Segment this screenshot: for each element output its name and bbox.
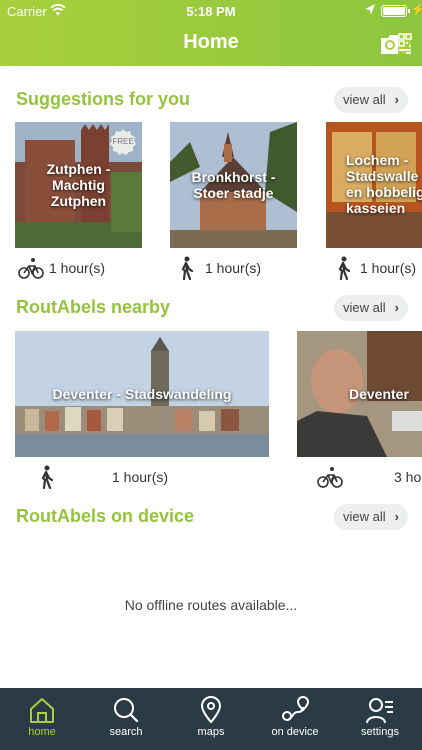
suggestion-card-bronkhorst[interactable]: Bronkhorst - Stoer stadje <box>170 122 297 248</box>
tab-search[interactable]: search <box>84 688 168 750</box>
duration-label: 1 hour(s) <box>49 260 106 276</box>
walking-icon <box>338 256 351 280</box>
card-title: Zutphen - Machtig Zutphen <box>46 161 111 209</box>
card-title: Deventer - Stadswandeling <box>52 386 232 402</box>
empty-state-message: No offline routes available... <box>124 597 298 613</box>
card-meta: 3 ho <box>317 465 422 489</box>
duration-label: 1 hour(s) <box>360 260 417 276</box>
suggestions-view-all-button[interactable]: view all › <box>334 87 408 113</box>
walking-icon <box>181 256 194 280</box>
tab-label: home <box>28 726 56 738</box>
settings-user-icon <box>366 698 393 724</box>
qr-scan-icon[interactable] <box>378 30 412 56</box>
suggestions-header: Suggestions for you view all › <box>16 87 408 115</box>
card-meta: 1 hour(s) <box>176 256 300 280</box>
map-pin-icon <box>200 696 222 724</box>
tab-label: search <box>109 726 143 738</box>
card-meta: 1 hour(s) <box>333 256 422 280</box>
nearby-card-deventer[interactable]: Deventer <box>297 331 422 457</box>
on-device-title: RoutAbels on device <box>16 506 195 526</box>
walking-icon <box>41 465 54 489</box>
chevron-right-icon: › <box>394 92 399 107</box>
tab-settings[interactable]: settings <box>338 688 422 750</box>
on-device-header: RoutAbels on device view all › <box>16 504 408 532</box>
nearby-title: RoutAbels nearby <box>16 297 171 317</box>
chevron-right-icon: › <box>394 300 399 315</box>
card-title: Deventer <box>349 386 409 402</box>
duration-label: 1 hour(s) <box>112 469 169 485</box>
card-title: Lochem - Stadswalle en hobbelig kasseien <box>346 152 422 216</box>
tab-label: on device <box>271 726 319 738</box>
duration-label: 1 hour(s) <box>205 260 262 276</box>
battery-icon <box>381 5 407 17</box>
nearby-view-all-button[interactable]: view all › <box>334 295 408 321</box>
bicycle-icon <box>18 258 44 279</box>
page-title: Home <box>183 31 239 53</box>
suggestions-title: Suggestions for you <box>16 89 191 109</box>
status-bar: Carrier 5:18 PM ⚡ <box>0 0 422 22</box>
tab-bar: home search maps on device settings <box>0 688 422 750</box>
tab-on-device[interactable]: on device <box>253 688 337 750</box>
chevron-right-icon: › <box>394 509 399 524</box>
tab-maps[interactable]: maps <box>169 688 253 750</box>
tab-label: settings <box>361 726 399 738</box>
app-header: Carrier 5:18 PM ⚡ Home <box>0 0 422 66</box>
charging-icon: ⚡ <box>411 4 422 16</box>
view-all-label: view all <box>343 509 386 524</box>
card-meta: 1 hour(s) <box>18 256 142 280</box>
battery-cap <box>408 9 410 13</box>
free-badge-label: FREE <box>112 137 134 146</box>
search-icon <box>114 698 139 723</box>
view-all-label: view all <box>343 300 386 315</box>
location-arrow-icon <box>365 4 375 15</box>
nearby-header: RoutAbels nearby view all › <box>16 295 408 323</box>
home-icon <box>30 698 54 723</box>
view-all-label: view all <box>343 92 386 107</box>
tab-label: maps <box>197 726 225 738</box>
card-meta: 1 hour(s) <box>36 465 256 489</box>
duration-label: 3 ho <box>394 469 422 485</box>
route-icon <box>282 696 310 721</box>
suggestion-card-zutphen[interactable]: FREE Zutphen - Machtig Zutphen <box>15 122 142 248</box>
tab-home[interactable]: home <box>0 688 84 750</box>
on-device-view-all-button[interactable]: view all › <box>334 504 408 530</box>
bicycle-icon <box>317 467 343 488</box>
status-time: 5:18 PM <box>186 4 236 19</box>
suggestion-card-lochem[interactable]: Lochem - Stadswalle en hobbelig kasseien <box>326 122 422 248</box>
card-title: Bronkhorst - Stoer stadje <box>191 169 276 201</box>
nearby-card-deventer-stadswandeling[interactable]: Deventer - Stadswandeling <box>15 331 269 457</box>
